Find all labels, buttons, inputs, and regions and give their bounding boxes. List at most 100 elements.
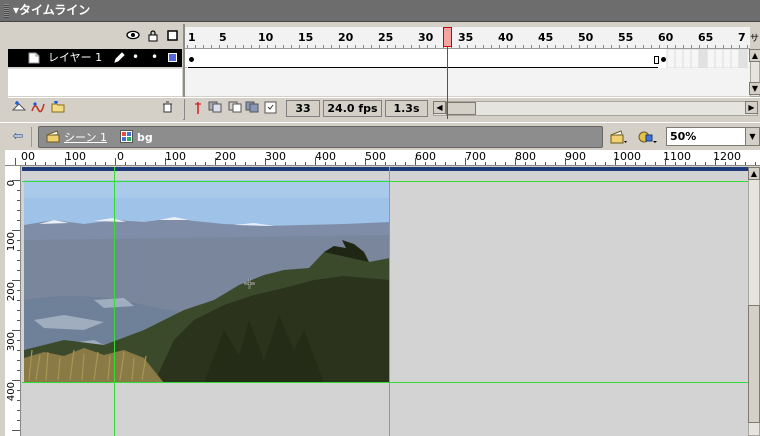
frame-cell[interactable] bbox=[730, 49, 740, 68]
frame-cell[interactable] bbox=[251, 49, 259, 68]
layer-frames[interactable] bbox=[185, 49, 750, 68]
scroll-thumb[interactable] bbox=[748, 305, 760, 423]
ruler-guide-vertical[interactable] bbox=[114, 167, 115, 436]
frame-cell[interactable] bbox=[483, 49, 491, 68]
scroll-up-arrow-icon[interactable]: ▲ bbox=[748, 167, 760, 180]
layer-row[interactable]: レイヤー 1 • • bbox=[8, 49, 182, 67]
eye-icon[interactable] bbox=[126, 30, 140, 42]
lock-icon[interactable] bbox=[147, 30, 159, 42]
frame-cell[interactable] bbox=[395, 49, 403, 68]
frame-cell[interactable] bbox=[299, 49, 307, 68]
frame-cell[interactable] bbox=[235, 49, 243, 68]
breadcrumb-symbol[interactable]: bg bbox=[137, 131, 153, 144]
frame-cell[interactable] bbox=[387, 49, 395, 68]
lock-dot[interactable]: • bbox=[151, 50, 158, 64]
frame-cell[interactable] bbox=[331, 49, 339, 68]
frame-cell[interactable] bbox=[203, 49, 211, 68]
bg-symbol-image[interactable] bbox=[24, 180, 390, 383]
scroll-right-arrow-icon[interactable]: ▶ bbox=[745, 101, 758, 114]
frame-cell[interactable] bbox=[315, 49, 323, 68]
panel-grip-icon[interactable] bbox=[4, 4, 9, 18]
frame-cell[interactable] bbox=[547, 49, 555, 68]
frame-cell[interactable] bbox=[579, 49, 587, 68]
frame-cell[interactable] bbox=[523, 49, 531, 68]
frame-cell[interactable] bbox=[595, 49, 603, 68]
frame-cell[interactable] bbox=[531, 49, 539, 68]
add-motion-guide-icon[interactable] bbox=[30, 101, 45, 115]
frame-cell[interactable] bbox=[227, 49, 235, 68]
frame-cell[interactable] bbox=[690, 49, 700, 68]
edit-scene-icon[interactable] bbox=[610, 129, 628, 148]
frame-cell[interactable] bbox=[555, 49, 563, 68]
frame-cell[interactable] bbox=[619, 49, 627, 68]
timeline-vertical-scrollbar[interactable]: ▲ ▼ bbox=[749, 49, 760, 97]
frame-cell[interactable] bbox=[467, 49, 475, 68]
frame-cell[interactable] bbox=[611, 49, 619, 68]
keyframe-end[interactable] bbox=[661, 57, 666, 62]
frame-cell[interactable] bbox=[275, 49, 283, 68]
frame-cell[interactable] bbox=[635, 49, 643, 68]
frame-cell[interactable] bbox=[722, 49, 732, 68]
frame-cell[interactable] bbox=[643, 49, 651, 68]
frame-cell[interactable] bbox=[571, 49, 579, 68]
frame-cell[interactable] bbox=[195, 49, 203, 68]
frame-cell[interactable] bbox=[698, 49, 708, 68]
frame-cell[interactable] bbox=[563, 49, 571, 68]
frame-cell[interactable] bbox=[267, 49, 275, 68]
frame-cell[interactable] bbox=[363, 49, 371, 68]
frame-cell[interactable] bbox=[411, 49, 419, 68]
frame-cell[interactable] bbox=[491, 49, 499, 68]
frame-cell[interactable] bbox=[435, 49, 443, 68]
layer-name[interactable]: レイヤー 1 bbox=[48, 51, 102, 65]
frame-cell[interactable] bbox=[219, 49, 227, 68]
frame-cell[interactable] bbox=[259, 49, 267, 68]
frame-cell[interactable] bbox=[627, 49, 635, 68]
frame-cell[interactable] bbox=[283, 49, 291, 68]
ruler-guide-horizontal[interactable] bbox=[22, 181, 748, 182]
frame-cell[interactable] bbox=[666, 49, 676, 68]
frame-cell[interactable] bbox=[339, 49, 347, 68]
frame-cell[interactable] bbox=[682, 49, 692, 68]
timeline-horizontal-scrollbar[interactable]: ◀ ▶ bbox=[433, 101, 758, 116]
frame-cell[interactable] bbox=[507, 49, 515, 68]
stage-vertical-scrollbar[interactable]: ▲ bbox=[748, 167, 760, 436]
outline-color-swatch[interactable] bbox=[168, 53, 177, 62]
playhead-marker[interactable] bbox=[443, 27, 452, 47]
frame-cell[interactable] bbox=[371, 49, 379, 68]
scroll-thumb[interactable] bbox=[446, 102, 476, 115]
timeline-options-label[interactable]: サ bbox=[750, 31, 759, 44]
ruler-guide-vertical[interactable] bbox=[389, 167, 390, 436]
onion-skin-outlines-icon[interactable] bbox=[228, 101, 243, 115]
edit-symbols-icon[interactable] bbox=[638, 129, 658, 148]
frame-cell[interactable] bbox=[451, 49, 459, 68]
frame-cell[interactable] bbox=[323, 49, 331, 68]
frame-cell[interactable] bbox=[587, 49, 595, 68]
frame-cell[interactable] bbox=[307, 49, 315, 68]
frame-cell[interactable] bbox=[427, 49, 435, 68]
frame-cell[interactable] bbox=[738, 49, 748, 68]
dropdown-arrow-icon[interactable]: ▼ bbox=[745, 128, 759, 145]
timeline-panel-titlebar[interactable]: ▾タイムライン bbox=[0, 0, 760, 22]
scroll-down-arrow-icon[interactable]: ▼ bbox=[749, 82, 760, 95]
timeline-panel-title[interactable]: ▾タイムライン bbox=[13, 3, 90, 18]
frame-cell[interactable] bbox=[243, 49, 251, 68]
breadcrumb-scene-link[interactable]: シーン 1 bbox=[64, 131, 107, 144]
modify-onion-markers-icon[interactable] bbox=[263, 101, 278, 115]
frame-cell[interactable] bbox=[211, 49, 219, 68]
back-arrow-icon[interactable]: ⇦ bbox=[8, 129, 28, 145]
keyframe-start[interactable] bbox=[189, 57, 194, 62]
frame-number-ruler[interactable]: 1 5 10 15 20 25 30 35 40 45 50 55 60 65 … bbox=[185, 27, 750, 49]
frame-cell[interactable] bbox=[714, 49, 724, 68]
frame-cell[interactable] bbox=[379, 49, 387, 68]
frame-cell[interactable] bbox=[706, 49, 716, 68]
insert-layer-icon[interactable] bbox=[11, 101, 27, 115]
frame-cell[interactable] bbox=[291, 49, 299, 68]
outline-toggle-icon[interactable] bbox=[166, 30, 178, 42]
scroll-up-arrow-icon[interactable]: ▲ bbox=[749, 49, 760, 62]
frame-cell[interactable] bbox=[539, 49, 547, 68]
center-frame-icon[interactable] bbox=[190, 101, 205, 115]
frame-cell[interactable] bbox=[499, 49, 507, 68]
edit-multiple-frames-icon[interactable] bbox=[245, 101, 260, 115]
visibility-dot[interactable]: • bbox=[132, 50, 139, 64]
frame-cell[interactable] bbox=[459, 49, 467, 68]
